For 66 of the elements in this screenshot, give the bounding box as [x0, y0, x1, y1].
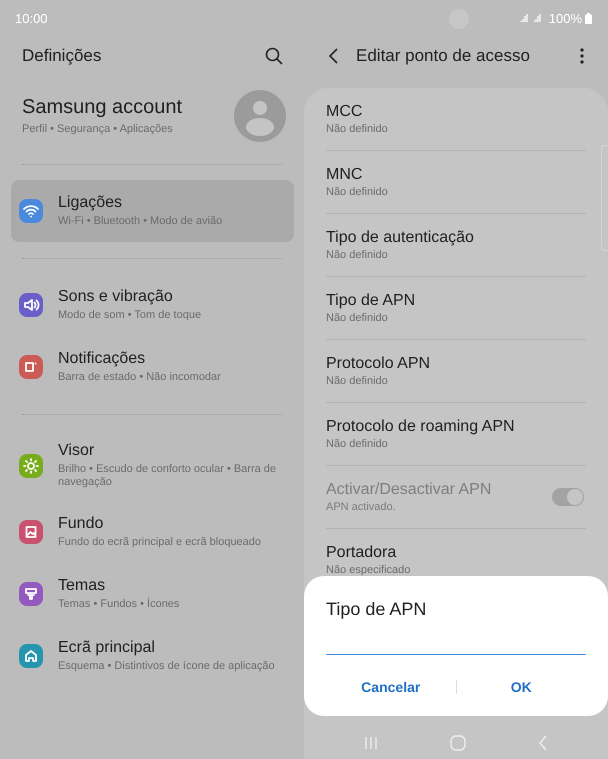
row-title: MCC	[326, 102, 364, 120]
item-subtitle: Brilho • Escudo de conforto ocular • Barra de navegação	[58, 463, 278, 489]
account-subtitle: Perfil • Segurança • Aplicações	[22, 123, 174, 136]
battery-level: 100%	[548, 10, 582, 26]
settings-item[interactable]: Ligações Wi-Fi • Bluetooth • Modo de avião	[11, 180, 294, 242]
item-title: Sons e vibração	[58, 288, 174, 306]
item-title: Notificações	[58, 350, 146, 368]
row-title: Portadora	[326, 544, 398, 562]
category-icon	[19, 199, 43, 223]
dialog-title: Tipo de APN	[326, 599, 428, 620]
item-subtitle: Modo de som • Tom de toque	[58, 309, 202, 322]
setting-row[interactable]: Tipo de APN Não definido	[326, 277, 586, 340]
battery-icon	[585, 12, 592, 24]
category-icon	[19, 644, 43, 668]
settings-item[interactable]: Notificações Barra de estado • Não incomodar	[11, 336, 294, 398]
row-value: Não especificado	[326, 564, 410, 576]
recent-apps-icon[interactable]	[364, 736, 378, 750]
back-icon[interactable]	[328, 47, 340, 65]
settings-item[interactable]: Temas Temas • Fundos • Ícones	[11, 563, 294, 625]
dialog-button[interactable]: Cancelar	[326, 673, 456, 701]
settings-item[interactable]: Visor Brilho • Escudo de conforto ocular • Barra de navegação	[11, 430, 294, 501]
row-value: Não definido	[326, 374, 389, 388]
setting-row[interactable]: MCC Não definido	[326, 88, 586, 151]
item-subtitle: Barra de estado • Não incomodar	[58, 371, 221, 384]
home-icon[interactable]	[450, 735, 466, 751]
category-icon	[19, 582, 43, 606]
settings-title: Definições	[22, 46, 102, 66]
item-subtitle: Temas • Fundos • Ícones	[58, 598, 180, 611]
row-title: Tipo de APN	[326, 292, 416, 310]
row-value: Não definido	[326, 248, 389, 262]
category-icon	[19, 454, 43, 478]
item-title: Ligações	[58, 194, 124, 212]
item-title: Fundo	[58, 515, 104, 533]
setting-row[interactable]: MNC Não definido	[326, 151, 586, 214]
row-value: Não definido	[326, 122, 388, 136]
row-value: Não definido	[326, 438, 389, 450]
search-icon[interactable]	[264, 46, 284, 66]
row-title: Activar/Desactivar APN	[326, 480, 492, 498]
settings-item[interactable]: Fundo Fundo do ecrã principal e ecrã bloqueado	[11, 501, 294, 563]
row-value: Não definido	[326, 312, 389, 324]
item-subtitle: Esquema • Distintivos de ícone de aplicação	[58, 660, 275, 673]
row-title: Protocolo de roaming APN	[326, 418, 515, 436]
status-time: 10:00	[15, 10, 48, 26]
item-title: Ecrã principal	[58, 639, 156, 657]
settings-item[interactable]: Ecrã principal Esquema • Distintivos de ícone de aplicação	[11, 625, 294, 687]
row-title: Tipo de autenticação	[326, 228, 474, 246]
settings-item[interactable]: Sons e vibração Modo de som • Tom de toque	[11, 274, 294, 336]
item-title: Temas	[58, 577, 106, 595]
category-icon	[19, 355, 43, 379]
category-icon	[19, 520, 43, 544]
avatar-icon[interactable]	[234, 90, 286, 142]
screen-title: Editar ponto de acesso	[356, 46, 531, 66]
setting-row[interactable]: Tipo de autenticação Não definido	[326, 214, 586, 277]
row-value: APN activado.	[326, 500, 397, 514]
setting-row[interactable]: Protocolo de roaming APN Não definido	[326, 403, 586, 466]
dialog-button[interactable]: OK	[456, 673, 586, 701]
item-subtitle: Fundo do ecrã principal e ecrã bloqueado	[58, 536, 262, 549]
category-icon	[19, 293, 43, 317]
row-value: Não definido	[326, 186, 388, 198]
item-title: Visor	[58, 442, 96, 460]
row-title: MNC	[326, 166, 364, 184]
setting-row[interactable]: Protocolo APN Não definido	[326, 340, 586, 403]
more-options-icon[interactable]	[580, 48, 584, 64]
account-name[interactable]: Samsung account	[22, 96, 182, 119]
item-subtitle: Wi-Fi • Bluetooth • Modo de avião	[58, 215, 222, 228]
row-title: Protocolo APN	[326, 354, 430, 372]
